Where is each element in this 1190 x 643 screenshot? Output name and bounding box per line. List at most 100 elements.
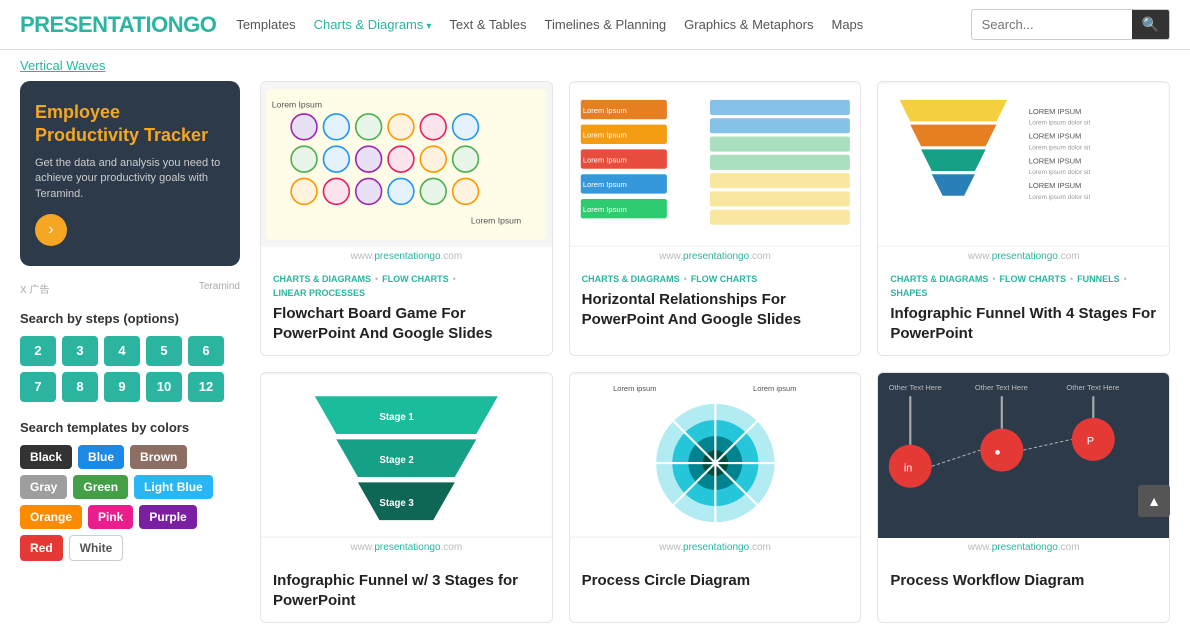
search-button[interactable]: 🔍 [1132,10,1169,39]
card-6-domain: www.presentationgo.com [878,538,1169,557]
step-12[interactable]: 12 [188,372,224,402]
cards-grid: Lorem Ipsum [260,81,1170,623]
step-3[interactable]: 3 [62,336,98,366]
main-nav: Templates Charts & Diagrams▾ Text & Tabl… [236,17,950,32]
nav-maps[interactable]: Maps [832,17,864,32]
svg-text:Lorem Ipsum: Lorem Ipsum [583,205,627,214]
tag-charts-3[interactable]: CHARTS & DIAGRAMS [890,274,988,284]
tag-flow-2[interactable]: FLOW CHARTS [691,274,758,284]
svg-text:Other Text Here: Other Text Here [889,383,942,392]
card-workflow[interactable]: Other Text Here Other Text Here Other Te… [877,372,1170,623]
tag-flow[interactable]: FLOW CHARTS [382,274,449,284]
card-6-image: Other Text Here Other Text Here Other Te… [878,373,1169,538]
scroll-top-button[interactable]: ▲ [1138,485,1170,517]
color-light-blue[interactable]: Light Blue [134,475,213,499]
logo[interactable]: PRESENTATIONGO [20,12,216,38]
svg-text:Lorem Ipsum: Lorem Ipsum [471,216,521,226]
card-1-tags: CHARTS & DIAGRAMS • FLOW CHARTS • LINEAR… [273,274,540,298]
nav-charts-diagrams[interactable]: Charts & Diagrams▾ [314,17,432,32]
svg-text:in: in [904,463,912,475]
svg-text:Lorem Ipsum: Lorem Ipsum [583,180,627,189]
color-blue[interactable]: Blue [78,445,124,469]
ad-text: Get the data and analysis you need to ac… [35,156,225,202]
step-7[interactable]: 7 [20,372,56,402]
tag-charts[interactable]: CHARTS & DIAGRAMS [273,274,371,284]
card-2-tags: CHARTS & DIAGRAMS • FLOW CHARTS [582,274,849,284]
ad-footer: X 广告 Teramind [20,281,240,296]
tag-funnels[interactable]: FUNNELS [1077,274,1120,284]
svg-text:Stage 3: Stage 3 [379,498,414,509]
card-5-title: Process Circle Diagram [582,571,849,591]
svg-text:Other Text Here: Other Text Here [975,383,1028,392]
logo-main: PRESENTATION [20,12,183,37]
nav-templates[interactable]: Templates [236,17,295,32]
svg-text:LOREM IPSUM: LOREM IPSUM [1029,156,1082,165]
card-3-domain: www.presentationgo.com [878,247,1169,266]
tag-flow-3[interactable]: FLOW CHARTS [999,274,1066,284]
svg-text:LOREM IPSUM: LOREM IPSUM [1029,181,1082,190]
svg-text:Lorem ipsum dolor sit: Lorem ipsum dolor sit [1029,194,1091,201]
svg-text:Stage 1: Stage 1 [379,412,414,423]
card-5-domain: www.presentationgo.com [570,538,861,557]
sidebar: Employee Productivity Tracker Get the da… [20,81,240,623]
main-content: Employee Productivity Tracker Get the da… [0,81,1190,643]
step-10[interactable]: 10 [146,372,182,402]
color-gray[interactable]: Gray [20,475,67,499]
steps-grid: 2 3 4 5 6 7 8 9 10 12 [20,336,240,402]
tag-shapes[interactable]: SHAPES [890,288,927,298]
card-funnel3[interactable]: Stage 1 Stage 2 Stage 3 www.presentation… [260,372,553,623]
card-2-domain: www.presentationgo.com [570,247,861,266]
card-3-tags: CHARTS & DIAGRAMS • FLOW CHARTS • FUNNEL… [890,274,1157,298]
color-orange[interactable]: Orange [20,505,82,529]
card-flowchart-board[interactable]: Lorem Ipsum [260,81,553,356]
color-purple[interactable]: Purple [139,505,196,529]
svg-text:LOREM IPSUM: LOREM IPSUM [1029,107,1082,116]
cards-content: Lorem Ipsum [260,81,1170,623]
card-5-body: Process Circle Diagram [570,557,861,603]
svg-text:Lorem ipsum dolor sit: Lorem ipsum dolor sit [1029,144,1091,151]
svg-text:Lorem Ipsum: Lorem Ipsum [583,106,627,115]
card-4-title: Infographic Funnel w/ 3 Stages for Power… [273,571,540,610]
color-red[interactable]: Red [20,535,63,561]
logo-accent: GO [183,12,216,37]
tag-charts-2[interactable]: CHARTS & DIAGRAMS [582,274,680,284]
step-9[interactable]: 9 [104,372,140,402]
svg-text:Lorem Ipsum: Lorem Ipsum [583,131,627,140]
nav-text-tables[interactable]: Text & Tables [449,17,526,32]
card-funnel4[interactable]: LOREM IPSUM Lorem ipsum dolor sit LOREM … [877,81,1170,356]
card-3-body: CHARTS & DIAGRAMS • FLOW CHARTS • FUNNEL… [878,266,1169,355]
ad-brand: Teramind [199,281,240,296]
search-input[interactable] [972,12,1132,37]
card-6-body: Process Workflow Diagram [878,557,1169,603]
card-1-domain: www.presentationgo.com [261,247,552,266]
step-4[interactable]: 4 [104,336,140,366]
color-black[interactable]: Black [20,445,72,469]
ad-cta-button[interactable]: › [35,214,67,246]
tag-linear[interactable]: LINEAR PROCESSES [273,288,365,298]
svg-text:LOREM IPSUM: LOREM IPSUM [1029,132,1082,141]
card-2-title: Horizontal Relationships For PowerPoint … [582,290,849,329]
search-bar: 🔍 [971,9,1170,40]
steps-title: Search by steps (options) [20,311,240,326]
svg-text:Lorem Ipsum: Lorem Ipsum [272,99,322,109]
color-brown[interactable]: Brown [130,445,187,469]
step-2[interactable]: 2 [20,336,56,366]
svg-text:Lorem Ipsum: Lorem Ipsum [583,155,627,164]
color-pink[interactable]: Pink [88,505,133,529]
card-2-image: Lorem Ipsum Lorem Ipsum Lorem Ipsum Lore… [570,82,861,247]
step-6[interactable]: 6 [188,336,224,366]
card-1-image: Lorem Ipsum [261,82,552,247]
card-3-title: Infographic Funnel With 4 Stages For Pow… [890,304,1157,343]
breadcrumb-link[interactable]: Vertical Waves [20,58,106,73]
card-horizontal-rel[interactable]: Lorem Ipsum Lorem Ipsum Lorem Ipsum Lore… [569,81,862,356]
color-green[interactable]: Green [73,475,128,499]
nav-timelines[interactable]: Timelines & Planning [545,17,667,32]
svg-text:Lorem ipsum: Lorem ipsum [753,384,796,393]
step-5[interactable]: 5 [146,336,182,366]
svg-text:Other Text Here: Other Text Here [1067,383,1120,392]
card-5-image: Lorem ipsum Lorem ipsum [570,373,861,538]
color-white[interactable]: White [69,535,124,561]
nav-graphics[interactable]: Graphics & Metaphors [684,17,813,32]
step-8[interactable]: 8 [62,372,98,402]
card-circle[interactable]: Lorem ipsum Lorem ipsum www.pr [569,372,862,623]
